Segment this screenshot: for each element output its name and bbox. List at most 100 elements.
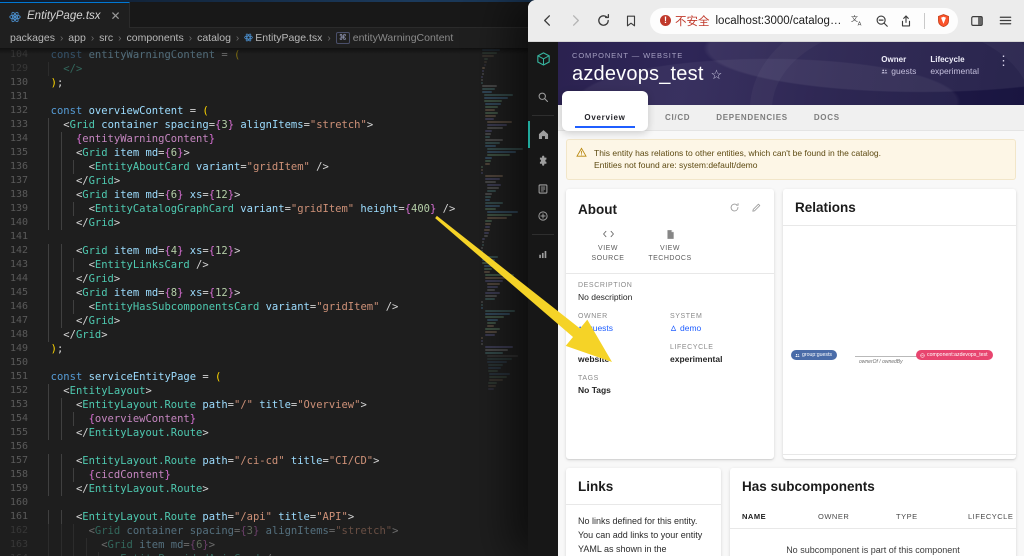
breadcrumb-symbol[interactable]: ⌘ entityWarningContent xyxy=(335,32,453,44)
indent-guide xyxy=(60,286,62,300)
breadcrumb-item-src[interactable]: src xyxy=(99,32,113,44)
minimap-line xyxy=(486,184,502,186)
column-header-owner[interactable]: Owner xyxy=(818,512,896,521)
sidebar-toggle-icon[interactable] xyxy=(964,8,990,34)
breadcrumb-item-entitypage-tsx[interactable]: EntityPage.tsx xyxy=(244,32,322,44)
sidebar-item-docs[interactable] xyxy=(528,175,558,202)
url-text[interactable]: localhost:3000/catalog/defaul... xyxy=(716,15,844,27)
sidebar-item-search[interactable] xyxy=(528,83,558,110)
hamburger-menu-icon[interactable] xyxy=(992,8,1018,34)
minimap-line xyxy=(486,214,513,216)
insecure-icon: ! xyxy=(660,15,671,26)
overview-row-bottom: Links No links defined for this entity. … xyxy=(566,468,1016,556)
address-bar[interactable]: ! 不安全 localhost:3000/catalog/defaul... 文… xyxy=(650,7,958,34)
field-value[interactable]: guests xyxy=(578,323,670,333)
breadcrumb-item-packages[interactable]: packages xyxy=(10,32,55,44)
pencil-icon[interactable] xyxy=(751,200,762,218)
indent-guide xyxy=(60,272,62,286)
browser-toolbar: ! 不安全 localhost:3000/catalog/defaul... 文… xyxy=(528,0,1024,42)
indent-guide xyxy=(48,132,49,146)
minimap-line xyxy=(481,172,483,174)
indent-guide xyxy=(48,272,49,286)
minimap-line xyxy=(481,247,483,249)
minimap-line xyxy=(482,259,496,261)
minimap-line xyxy=(485,205,500,207)
minimap-line xyxy=(486,358,513,360)
brave-shield-icon[interactable] xyxy=(934,12,952,30)
tab-dependencies[interactable]: Dependencies xyxy=(703,105,801,130)
view-techdocs-button[interactable]: View TechDocs xyxy=(646,228,694,263)
indent-guide xyxy=(48,300,49,314)
about-field-lifecycle: Lifecycle experimental xyxy=(670,344,762,364)
share-icon[interactable] xyxy=(897,12,915,30)
sidebar-item-create[interactable] xyxy=(528,202,558,229)
tab-overview-highlight[interactable]: Overview xyxy=(562,91,648,131)
relation-node-label: component:azdevops_test xyxy=(927,352,988,359)
minimap-line xyxy=(485,157,493,159)
view-graph-link[interactable]: View graph → xyxy=(783,455,1016,459)
bookmark-icon[interactable] xyxy=(618,8,644,34)
insecure-warning[interactable]: ! 不安全 xyxy=(660,13,710,29)
line-tokens: <EntityLayout.Route path="/ci-cd" title=… xyxy=(75,455,380,467)
about-card: About VIEW SOURCE VIEW TECHDOCS DESCRIPT… xyxy=(566,189,774,460)
refresh-icon[interactable] xyxy=(729,200,740,218)
indent-guide xyxy=(60,510,62,524)
forward-button[interactable] xyxy=(562,8,588,34)
relations-graph[interactable]: ownerOf / ownedBy group:guests component… xyxy=(783,226,1016,454)
indent-guide xyxy=(48,174,49,188)
minimap-line xyxy=(489,379,503,381)
minimap-line xyxy=(485,226,490,228)
indent-guide xyxy=(60,244,62,258)
sidebar-item-tech-radar[interactable] xyxy=(528,240,558,267)
editor-tab-entitypage[interactable]: EntityPage.tsx ✕ xyxy=(0,2,130,28)
minimap-line xyxy=(485,178,500,180)
back-button[interactable] xyxy=(534,8,560,34)
about-field-tags: Tags No Tags xyxy=(578,375,670,395)
line-number: 137 xyxy=(9,175,28,186)
indent-guide xyxy=(60,468,62,482)
sidebar-item-home[interactable] xyxy=(528,121,558,148)
reload-icon[interactable] xyxy=(590,8,616,34)
minimap-line xyxy=(486,124,508,126)
more-options-icon[interactable]: ⋮ xyxy=(997,54,1010,67)
minimap-line xyxy=(481,340,483,342)
minimap-line xyxy=(485,112,499,114)
meta-value[interactable]: guests xyxy=(881,66,916,76)
translate-icon[interactable]: 文 A xyxy=(849,12,867,30)
minimap-line xyxy=(485,139,503,141)
indent-guide xyxy=(48,482,49,496)
relation-node-component[interactable]: component:azdevops_test xyxy=(916,350,993,361)
relations-card-title: Relations xyxy=(795,200,856,216)
breadcrumb-item-components[interactable]: components xyxy=(127,32,184,44)
column-header-type[interactable]: Type xyxy=(896,512,968,521)
minimap-line xyxy=(485,298,495,300)
insecure-label: 不安全 xyxy=(675,15,710,28)
react-tsx-icon xyxy=(244,33,254,42)
tab-overview-label: Overview xyxy=(584,112,626,122)
breadcrumb-item-app[interactable]: app xyxy=(68,32,86,44)
tab-docs[interactable]: Docs xyxy=(801,105,853,130)
indent-guide xyxy=(60,132,62,146)
line-number: 146 xyxy=(9,301,28,312)
relation-node-group[interactable]: group:guests xyxy=(791,350,837,361)
minimap-line xyxy=(481,253,483,255)
zoom-out-icon[interactable] xyxy=(873,12,891,30)
view-source-button[interactable]: View Source xyxy=(584,228,632,263)
sidebar-item-apis[interactable] xyxy=(528,148,558,175)
favorite-star-icon[interactable]: ☆ xyxy=(711,67,723,83)
breadcrumb-item-catalog[interactable]: catalog xyxy=(197,32,231,44)
line-number: 155 xyxy=(9,427,28,438)
column-header-name[interactable]: Name xyxy=(742,512,818,521)
close-icon[interactable]: ✕ xyxy=(111,9,121,23)
indent-guide xyxy=(60,398,62,412)
backstage-logo-icon[interactable] xyxy=(535,51,552,73)
indent-guide xyxy=(48,538,49,552)
column-header-lifecycle[interactable]: Lifecycle xyxy=(968,512,1016,521)
entity-kicker: COMPONENT — WEBSITE xyxy=(572,51,684,60)
tab-ci-cd[interactable]: CI/CD xyxy=(652,105,703,130)
about-field-owner: Owner guests xyxy=(578,313,670,333)
field-value[interactable]: demo xyxy=(670,323,762,333)
editor-minimap[interactable] xyxy=(478,48,524,556)
minimap-line xyxy=(485,220,493,222)
indent-guide xyxy=(60,258,62,272)
